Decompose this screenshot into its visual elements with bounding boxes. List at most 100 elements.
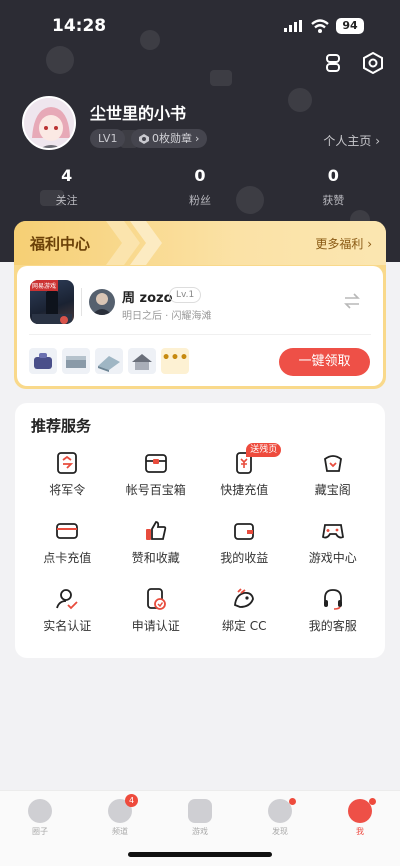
service-my-earnings[interactable]: 我的收益 [200, 519, 289, 565]
stat-label: 关注 [55, 194, 78, 207]
welfare-title: 福利中心 [30, 235, 91, 253]
reward-item[interactable] [62, 348, 90, 374]
service-label: 实名认证 [43, 619, 92, 633]
settings-gear-icon[interactable] [362, 51, 384, 75]
decorative-chevron-shape [106, 221, 162, 265]
scan-icon[interactable] [322, 52, 344, 74]
reward-crate-icon [66, 356, 86, 368]
tab-label: 发现 [272, 827, 288, 836]
me-dot-badge [369, 798, 376, 805]
service-real-name[interactable]: 实名认证 [23, 587, 112, 633]
medal-icon [139, 133, 149, 144]
personal-homepage-link[interactable]: 个人主页 › [323, 132, 380, 149]
service-apply-cert[interactable]: 申请认证 [112, 587, 201, 633]
chevron-right-icon: › [195, 132, 200, 145]
circle-icon [28, 799, 52, 823]
service-bind-cc[interactable]: 绑定 CC [200, 587, 289, 633]
user-verify-icon [56, 589, 78, 610]
reward-item[interactable] [95, 348, 123, 374]
service-customer-support[interactable]: 我的客服 [289, 587, 378, 633]
stat-following[interactable]: 4 关注 [0, 166, 133, 208]
apply-cert-icon [146, 588, 166, 610]
role-avatar [89, 289, 115, 315]
reward-panel-icon [98, 356, 120, 372]
divider [81, 288, 82, 316]
stat-value: 4 [61, 166, 73, 185]
chevron-right-icon: › [375, 134, 380, 148]
stat-followers[interactable]: 0 粉丝 [133, 166, 266, 208]
service-label: 点卡充值 [43, 551, 92, 565]
service-likes-favorites[interactable]: 赞和收藏 [112, 519, 201, 565]
battery-level: 94 [336, 18, 364, 34]
service-game-center[interactable]: 游戏中心 [289, 519, 378, 565]
cc-bird-icon [234, 588, 255, 608]
more-welfare-link[interactable]: 更多福利 › [315, 235, 372, 252]
reward-item[interactable] [128, 348, 156, 374]
recommended-services: 推荐服务 将军令 帐号百宝箱 送残页 快捷充值 藏宝阁 点卡充值 赞和收藏 我的… [15, 403, 385, 658]
services-title: 推荐服务 [31, 417, 92, 435]
service-label: 申请认证 [131, 619, 180, 633]
switch-role-icon[interactable] [343, 293, 361, 309]
tab-label: 频道 [112, 827, 128, 836]
more-items-button[interactable]: ••• [161, 348, 189, 374]
claim-all-button[interactable]: 一键领取 [279, 348, 370, 376]
reward-bag-icon [34, 353, 52, 369]
level-badge: LV1 [90, 129, 126, 148]
tab-label: 我 [356, 827, 364, 836]
headset-icon [323, 589, 342, 610]
service-token[interactable]: 将军令 [23, 451, 112, 497]
nickname: 尘世里的小书 [90, 104, 187, 123]
reward-house-icon [132, 354, 152, 370]
gamepad-icon [321, 524, 344, 539]
medal-count: 0枚勋章 [152, 132, 192, 145]
cellular-signal-icon [284, 20, 302, 32]
status-bar: 14:28 94 [0, 14, 400, 40]
role-server: 明日之后 · 闪耀海滩 [122, 311, 212, 322]
game-role-panel: 网易游戏 周 zozo Lv.1 明日之后 · 闪耀海滩 ••• 一键领取 [17, 266, 383, 386]
service-label: 绑定 CC [221, 619, 267, 633]
channel-badge: 4 [125, 794, 138, 807]
stat-value: 0 [194, 166, 206, 185]
home-indicator [128, 852, 272, 857]
stat-label: 获赞 [322, 194, 345, 207]
service-label: 藏宝阁 [314, 483, 351, 497]
stat-likes[interactable]: 0 获赞 [267, 166, 400, 208]
status-time: 14:28 [52, 16, 107, 36]
medal-badge[interactable]: 0枚勋章 › [131, 129, 208, 148]
role-name: 周 zozo [122, 291, 173, 306]
reward-items: ••• [29, 348, 189, 374]
tab-circle[interactable]: 圈子 [0, 791, 80, 866]
wallet-icon [234, 523, 255, 540]
tab-label: 圈子 [32, 827, 48, 836]
service-label: 赞和收藏 [131, 551, 180, 565]
card-icon [56, 523, 79, 539]
welfare-center-card: 福利中心 更多福利 › 网易游戏 周 zozo Lv.1 明日之后 · 闪耀海滩 [14, 221, 386, 389]
service-label: 我的收益 [220, 551, 269, 565]
game-icon [188, 799, 212, 823]
treasure-box-icon [144, 454, 167, 473]
token-icon [57, 452, 78, 474]
service-treasure-pavilion[interactable]: 藏宝阁 [289, 451, 378, 497]
role-avatar-art [92, 293, 112, 315]
thumbs-up-icon [145, 521, 166, 540]
reward-item[interactable] [29, 348, 57, 374]
discover-dot-badge [289, 798, 296, 805]
service-label: 帐号百宝箱 [125, 483, 186, 497]
game-cover-tag: 网易游戏 [30, 280, 59, 291]
service-account-box[interactable]: 帐号百宝箱 [112, 451, 201, 497]
tab-me[interactable]: 我 [320, 791, 400, 866]
services-grid: 将军令 帐号百宝箱 送残页 快捷充值 藏宝阁 点卡充值 赞和收藏 我的收益 游戏… [23, 443, 378, 633]
stat-value: 0 [327, 166, 339, 185]
service-card-recharge[interactable]: 点卡充值 [23, 519, 112, 565]
role-level-badge: Lv.1 [169, 287, 202, 303]
tab-label: 游戏 [192, 827, 208, 836]
service-label: 将军令 [49, 483, 86, 497]
service-quick-recharge[interactable]: 送残页 快捷充值 [200, 443, 289, 497]
service-label: 快捷充值 [220, 483, 269, 497]
service-label: 游戏中心 [308, 551, 357, 565]
stats-row: 4 关注 0 粉丝 0 获赞 [0, 166, 400, 208]
homepage-link-label: 个人主页 [323, 134, 372, 148]
avatar[interactable] [22, 96, 76, 150]
divider [29, 334, 371, 335]
game-cover-image[interactable]: 网易游戏 [30, 280, 74, 324]
